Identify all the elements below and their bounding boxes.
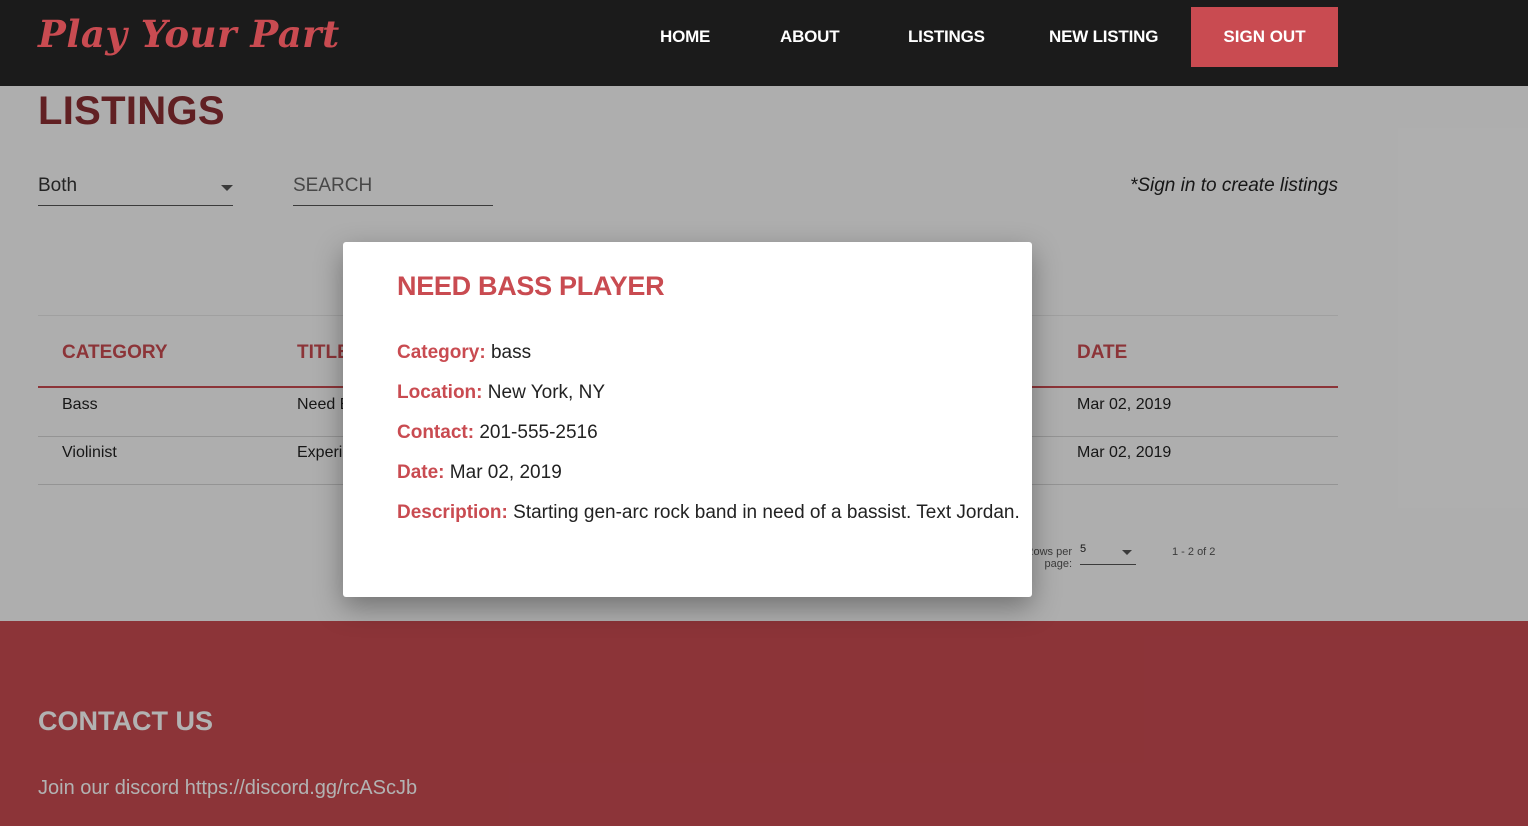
field-label: Category: (397, 342, 486, 363)
field-value: New York, NY (487, 382, 606, 403)
nav-home[interactable]: HOME (660, 27, 710, 47)
sign-out-button[interactable]: SIGN OUT (1191, 7, 1338, 67)
field-value: Mar 02, 2019 (449, 462, 562, 483)
modal-title: NEED BASS PLAYER (397, 271, 665, 301)
field-value: Starting gen-arc rock band in need of a … (513, 502, 1020, 523)
nav-new-listing[interactable]: NEW LISTING (1049, 27, 1158, 47)
field-label: Contact: (397, 422, 475, 443)
listing-detail-modal: NEED BASS PLAYER Category: bass Location… (343, 242, 1032, 597)
field-label: Description: (397, 502, 508, 523)
field-value: bass (490, 342, 532, 363)
field-label: Date: (397, 462, 445, 483)
modal-field-description: Description: Starting gen-arc rock band … (397, 502, 1020, 524)
nav-about[interactable]: ABOUT (780, 27, 840, 47)
field-value: 201-555-2516 (479, 422, 598, 443)
modal-field-contact: Contact: 201-555-2516 (397, 422, 598, 444)
nav-listings[interactable]: LISTINGS (908, 27, 985, 47)
site-logo[interactable]: Play Your Part (38, 12, 340, 56)
modal-field-category: Category: bass (397, 342, 531, 364)
modal-field-location: Location: New York, NY (397, 382, 605, 404)
field-label: Location: (397, 382, 483, 403)
modal-field-date: Date: Mar 02, 2019 (397, 462, 562, 484)
top-navbar: Play Your Part HOME ABOUT LISTINGS NEW L… (0, 0, 1528, 86)
